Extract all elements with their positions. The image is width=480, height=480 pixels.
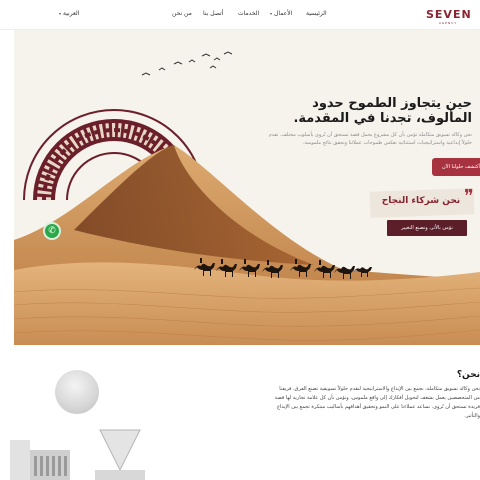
building-illustration (10, 429, 145, 480)
discover-solutions-button[interactable]: أكتشف حلولنا الآن (432, 158, 480, 176)
nav-about-label: من نحن (172, 10, 192, 17)
birds (141, 51, 233, 76)
nav-works-label: الأعمال (274, 10, 293, 17)
hero-subtext: نحن وكالة تسويق متكاملة تؤمن بأن كل مشرو… (268, 132, 472, 146)
nav-item-about[interactable]: من نحن (172, 10, 192, 17)
nav-contact-label: أتصل بنا (203, 10, 224, 17)
language-label: العربية (63, 10, 80, 17)
whatsapp-button[interactable]: ✆ (43, 222, 61, 240)
hero-section: حين يتجاوز الطموح حدود المألوف، تجدنا في… (14, 30, 480, 345)
chevron-down-icon: ▾ (59, 11, 62, 16)
page: SEVEN AGENCY الرئيسية الأعمال▾ الخدمات أ… (0, 0, 480, 480)
about-title: نحن؟ (456, 370, 480, 380)
partner-title: نحن شركاء النجاح (381, 196, 461, 206)
chevron-down-icon: ▾ (270, 11, 273, 16)
nav-item-home[interactable]: الرئيسية (306, 10, 327, 17)
desert-illustration (14, 51, 480, 345)
logo[interactable]: SEVEN AGENCY (426, 8, 472, 25)
nav-item-services[interactable]: الخدمات (238, 10, 259, 17)
nav-home-label: الرئيسية (306, 10, 327, 17)
decorative-circle (55, 370, 99, 414)
nav-item-contact[interactable]: أتصل بنا (203, 10, 223, 17)
whatsapp-icon: ✆ (48, 226, 56, 236)
logo-text: SEVEN (426, 8, 472, 21)
logo-subtitle: AGENCY (438, 21, 458, 25)
about-text: نحن وكالة تسويق متكاملة، نجمع بين الإبدا… (274, 386, 480, 419)
partner-badge: نؤمن بالأثر، ونصنع التغيير (387, 220, 467, 236)
site-header: SEVEN AGENCY الرئيسية الأعمال▾ الخدمات أ… (0, 0, 480, 30)
nav-item-works[interactable]: الأعمال▾ (270, 10, 292, 17)
hero-headline: حين يتجاوز الطموح حدود المألوف، تجدنا في… (293, 96, 472, 126)
nav-services-label: الخدمات (238, 10, 260, 17)
language-selector[interactable]: العربية▾ (59, 10, 79, 17)
quote-icon: ❞ (464, 186, 474, 207)
